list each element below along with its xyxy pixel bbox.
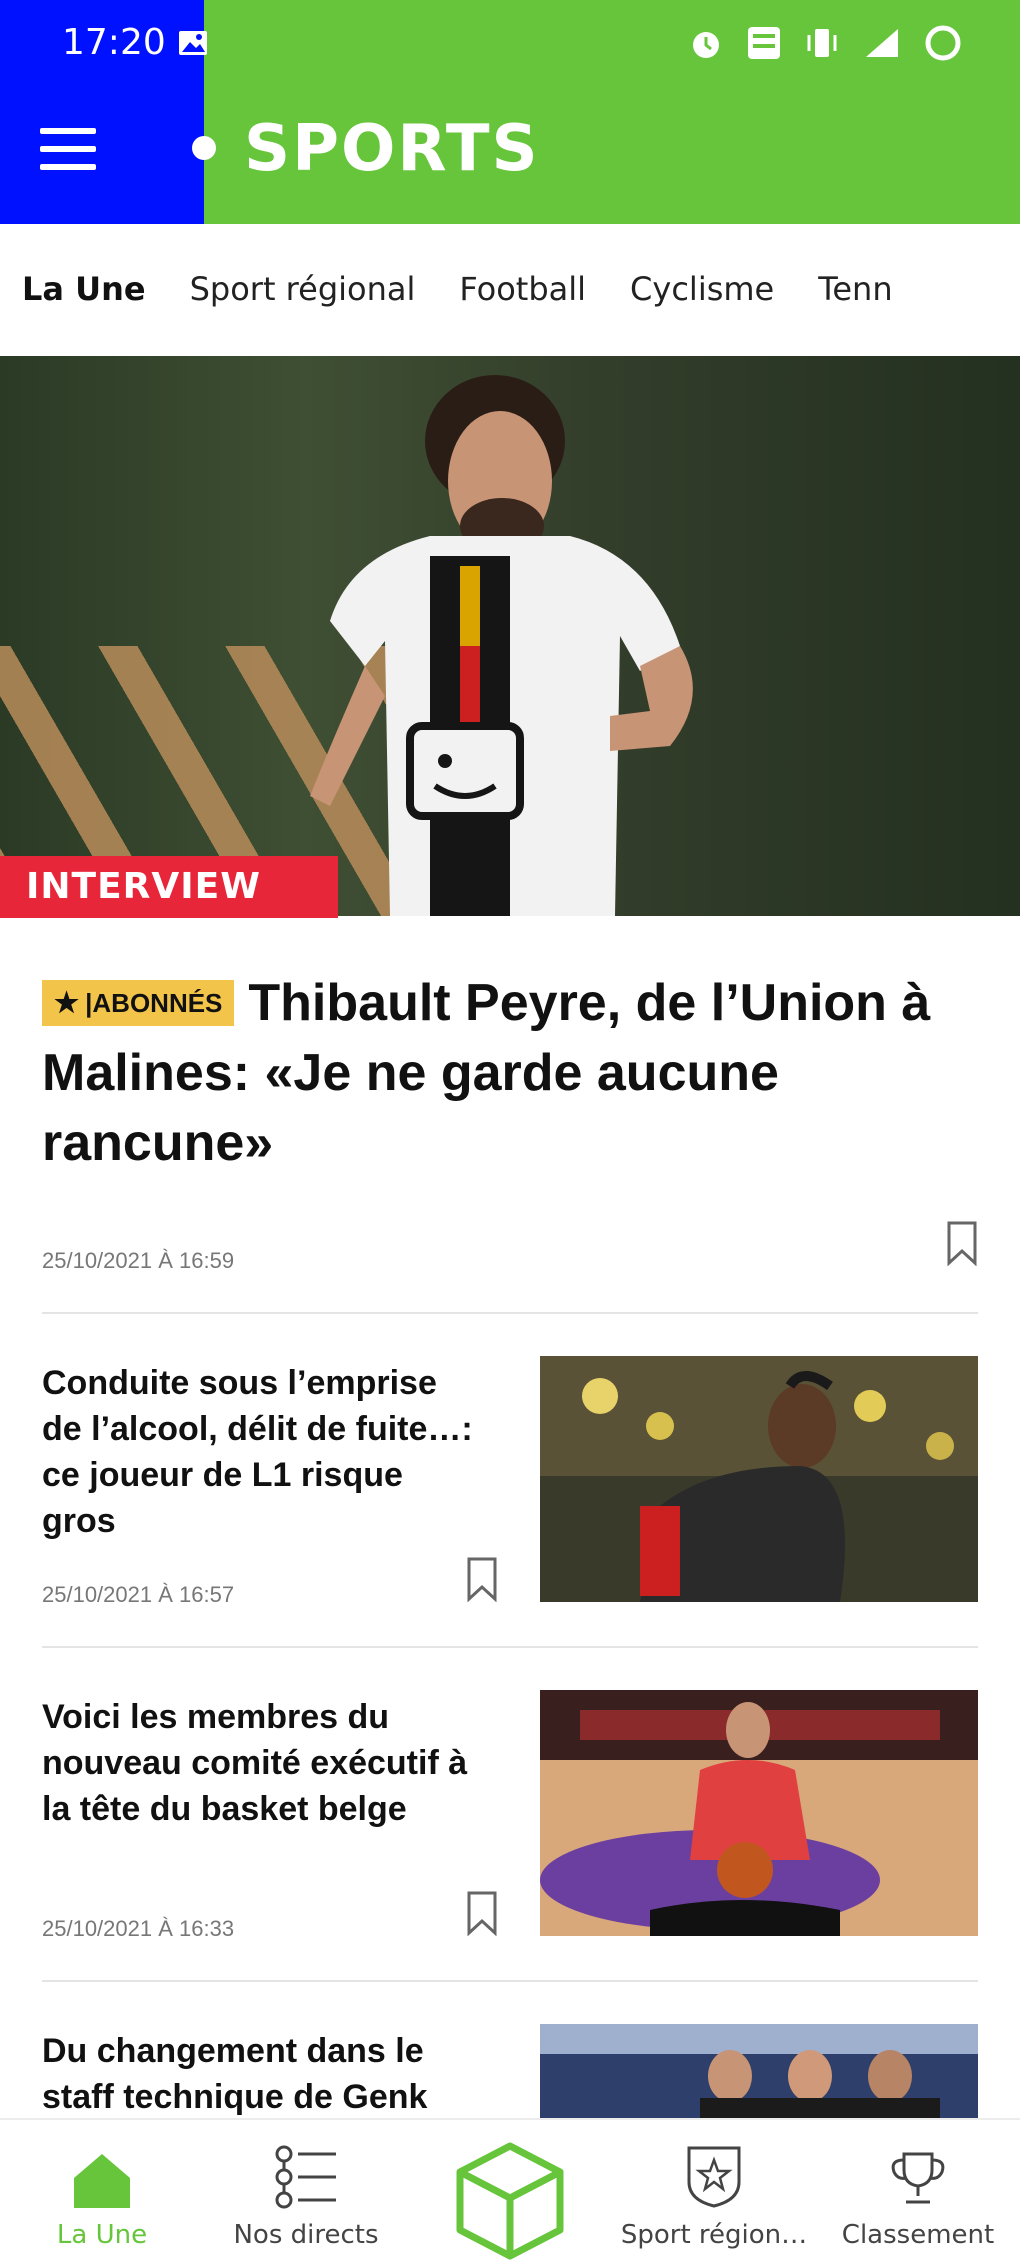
article-thumbnail[interactable] <box>540 1690 978 1936</box>
nav-cube[interactable] <box>408 2120 612 2267</box>
nav-label: La Une <box>56 2220 148 2250</box>
lead-article-date: 25/10/2021 À 16:59 <box>42 1248 235 1273</box>
category-tabs: La Une Sport régional Football Cyclisme … <box>0 224 1020 354</box>
tab-sport-regional[interactable]: Sport régional <box>190 270 416 308</box>
gallery-notification-icon <box>179 31 207 55</box>
bottom-navigation: La Une Nos directs Sport région… Classem… <box>0 2118 1020 2267</box>
tab-la-une[interactable]: La Une <box>22 270 146 308</box>
home-icon <box>74 2154 130 2208</box>
list-icon <box>275 2145 336 2209</box>
article-thumbnail[interactable] <box>540 1356 978 1602</box>
lead-article-image[interactable] <box>0 356 1020 916</box>
player-photo <box>310 375 693 916</box>
divider <box>42 1980 978 1982</box>
app-header: 17:20 SPORTS <box>0 0 1020 224</box>
bookmark-icon[interactable] <box>466 1556 498 1602</box>
divider <box>42 1312 978 1314</box>
signal-4g-icon <box>866 29 898 57</box>
volte-icon <box>748 27 780 59</box>
article-title[interactable]: Voici les membres du nouveau comité exéc… <box>42 1694 482 1832</box>
vibrate-icon <box>807 29 837 57</box>
premium-badge-label: ABONNÉS <box>92 988 223 1018</box>
alarm-icon <box>693 32 719 58</box>
tab-tennis[interactable]: Tenn <box>818 270 892 308</box>
star-icon: ★ <box>54 987 80 1018</box>
cube-icon <box>456 2142 564 2260</box>
article-title[interactable]: Du changement dans le staff technique de… <box>42 2028 482 2120</box>
article-date: 25/10/2021 À 16:33 <box>42 1916 235 1941</box>
nav-nos-directs[interactable]: Nos directs <box>204 2120 408 2267</box>
divider <box>42 1646 978 1648</box>
battery-icon <box>925 25 961 61</box>
shield-star-icon <box>687 2146 741 2208</box>
brand-dot <box>192 136 216 160</box>
tab-cyclisme[interactable]: Cyclisme <box>630 270 774 308</box>
article-thumbnail[interactable] <box>540 2024 978 2118</box>
status-time: 17:20 <box>62 22 166 63</box>
nav-label: Sport région… <box>620 2220 808 2250</box>
status-icons <box>688 20 962 66</box>
nav-label: Nos directs <box>233 2220 379 2250</box>
trophy-icon <box>891 2152 945 2204</box>
premium-badge: ★ |ABONNÉS <box>42 980 235 1026</box>
article-date: 25/10/2021 À 16:57 <box>42 1582 235 1607</box>
category-badge: INTERVIEW <box>0 856 338 918</box>
tab-football[interactable]: Football <box>459 270 586 308</box>
brand-logo: SPORTS <box>244 112 540 186</box>
bookmark-icon[interactable] <box>466 1890 498 1936</box>
article-title[interactable]: Conduite sous l’emprise de l’alcool, dél… <box>42 1360 482 1544</box>
nav-label: Classement <box>841 2220 995 2250</box>
nav-la-une[interactable]: La Une <box>0 2120 204 2267</box>
nav-classement[interactable]: Classement <box>816 2120 1020 2267</box>
bookmark-icon[interactable] <box>946 1220 978 1266</box>
nav-sport-regional[interactable]: Sport région… <box>612 2120 816 2267</box>
lead-article-title[interactable]: ★ |ABONNÉS Thibault Peyre, de l’Union à Ma… <box>42 968 982 1178</box>
menu-icon[interactable] <box>40 128 96 170</box>
lead-article[interactable]: ★ |ABONNÉS Thibault Peyre, de l’Union à Ma… <box>42 968 982 1178</box>
